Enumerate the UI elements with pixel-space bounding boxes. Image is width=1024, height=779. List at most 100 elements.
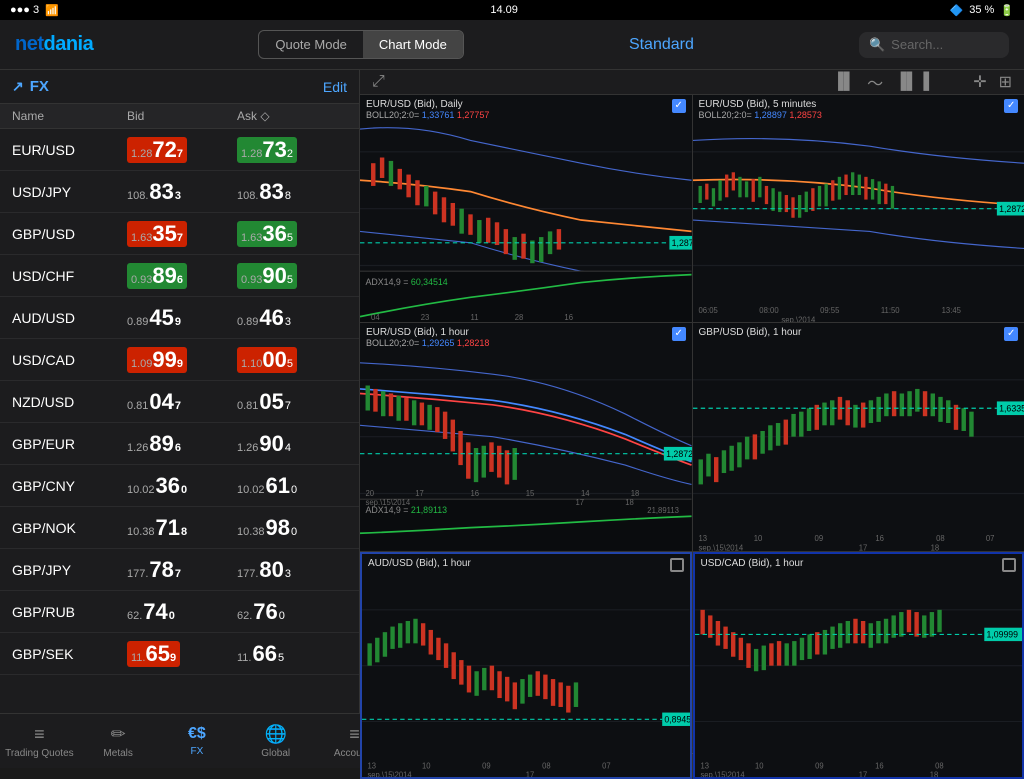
ask-cell: 1.28732: [237, 137, 347, 163]
svg-text:17: 17: [858, 544, 867, 551]
ask-cell: 0.81057: [237, 391, 347, 413]
bid-cell: 1.09999: [127, 347, 237, 373]
svg-text:1,28728: 1,28728: [666, 449, 691, 459]
fx-icon: €$: [188, 725, 206, 743]
svg-text:13: 13: [700, 761, 708, 770]
quotes-header: ↗ FX Edit: [0, 70, 359, 104]
quote-row[interactable]: GBP/JPY177.787177.803: [0, 549, 359, 591]
svg-text:04: 04: [371, 313, 380, 322]
status-right: 🔷 35 % 🔋: [950, 4, 1014, 17]
search-box[interactable]: 🔍 Search...: [859, 32, 1009, 58]
svg-text:11: 11: [471, 313, 479, 322]
trading-quotes-label: Trading Quotes: [5, 748, 74, 759]
chart-checkbox-5[interactable]: [1002, 558, 1016, 572]
quote-row[interactable]: GBP/EUR1.268961.26904: [0, 423, 359, 465]
chart-checkbox-3[interactable]: [1004, 327, 1018, 341]
ask-cell: 0.89463: [237, 307, 347, 329]
quote-row[interactable]: NZD/USD0.810470.81057: [0, 381, 359, 423]
nav-item-trading-quotes[interactable]: ≡ Trading Quotes: [0, 714, 79, 768]
bid-cell: 0.93896: [127, 263, 237, 289]
chart-label-5: USD/CAD (Bid), 1 hour: [701, 558, 804, 569]
trading-quotes-icon: ≡: [34, 724, 45, 745]
chart-cell-2[interactable]: EUR/USD (Bid), 1 hour BOLL20;2:0= 1,2926…: [360, 323, 692, 550]
svg-text:20: 20: [366, 489, 375, 498]
svg-text:1,28728: 1,28728: [999, 204, 1024, 214]
metals-icon: ✏: [111, 724, 126, 745]
svg-text:23: 23: [421, 313, 430, 322]
svg-text:sep.\15\2014: sep.\15\2014: [700, 770, 745, 777]
svg-text:sep.\15\2014: sep.\15\2014: [367, 770, 412, 777]
grid-icon[interactable]: ⊞: [999, 72, 1012, 92]
svg-text:13:45: 13:45: [941, 306, 961, 315]
quote-row[interactable]: GBP/RUB62.74062.760: [0, 591, 359, 633]
chart-cell-3[interactable]: GBP/USD (Bid), 1 hour: [693, 323, 1024, 550]
svg-text:10: 10: [422, 761, 430, 770]
svg-text:15: 15: [526, 489, 535, 498]
chart-mode-button[interactable]: Chart Mode: [363, 31, 463, 58]
svg-text:sep.\2014: sep.\2014: [781, 315, 816, 322]
ask-cell: 108.838: [237, 181, 347, 203]
bid-cell: 62.740: [127, 601, 237, 623]
svg-text:11:50: 11:50: [880, 306, 899, 315]
quote-row[interactable]: GBP/USD1.633571.63365: [0, 213, 359, 255]
bid-cell: 0.81047: [127, 391, 237, 413]
battery-icon: 🔋: [1000, 4, 1014, 17]
bid-cell: 11.659: [127, 641, 237, 667]
pair-name: GBP/EUR: [12, 436, 127, 452]
header: netdania Quote Mode Chart Mode Standard …: [0, 20, 1024, 70]
chart-cell-4[interactable]: AUD/USD (Bid), 1 hour: [360, 552, 692, 779]
pair-name: GBP/SEK: [12, 646, 127, 662]
svg-text:18: 18: [930, 544, 939, 551]
quote-row[interactable]: AUD/USD0.894590.89463: [0, 297, 359, 339]
fx-arrow-icon: ↗: [12, 78, 24, 95]
pair-name: GBP/JPY: [12, 562, 127, 578]
svg-text:17: 17: [858, 770, 866, 777]
chart-checkbox-4[interactable]: [670, 558, 684, 572]
svg-text:09: 09: [814, 534, 823, 543]
chart-label-3: GBP/USD (Bid), 1 hour: [699, 327, 802, 338]
logo: netdania: [15, 33, 93, 56]
nav-item-metals[interactable]: ✏ Metals: [79, 714, 158, 768]
mode-toggle[interactable]: Quote Mode Chart Mode: [258, 30, 463, 59]
chart-checkbox-2[interactable]: [672, 327, 686, 341]
candle-chart-icon[interactable]: ▐▌▐: [895, 73, 929, 91]
line-chart-icon[interactable]: 〜: [867, 70, 883, 94]
crosshair-icon[interactable]: ✛: [973, 72, 986, 92]
bid-cell: 0.89459: [127, 307, 237, 329]
svg-text:13: 13: [698, 534, 707, 543]
chart-checkbox-1[interactable]: [1004, 99, 1018, 113]
quote-row[interactable]: USD/JPY108.833108.838: [0, 171, 359, 213]
chart-checkbox-0[interactable]: [672, 99, 686, 113]
bar-chart-icon[interactable]: ▐▌: [832, 73, 855, 91]
chart-cell-0[interactable]: EUR/USD (Bid), Daily BOLL20;2:0= 1,33761…: [360, 95, 692, 322]
quote-row[interactable]: USD/CHF0.938960.93905: [0, 255, 359, 297]
edit-button[interactable]: Edit: [323, 79, 347, 95]
chart-panel: ⤢ ▐▌ 〜 ▐▌▐ ✛ ⊞ EUR/USD (Bid), Daily BOLL…: [360, 70, 1024, 713]
svg-text:07: 07: [985, 534, 994, 543]
nav-item-fx[interactable]: €$ FX: [158, 714, 237, 768]
quote-mode-button[interactable]: Quote Mode: [259, 31, 363, 58]
quote-row[interactable]: GBP/NOK10.3871810.38980: [0, 507, 359, 549]
svg-text:07: 07: [602, 761, 610, 770]
col-name: Name: [12, 109, 127, 123]
expand-icon[interactable]: ⤢: [372, 73, 385, 91]
ask-cell: 11.665: [237, 643, 347, 665]
fx-label: FX: [30, 78, 49, 95]
svg-text:0,89459: 0,89459: [664, 714, 689, 724]
quote-row[interactable]: GBP/CNY10.0236010.02610: [0, 465, 359, 507]
svg-text:1,09999: 1,09999: [986, 629, 1018, 639]
chart-cell-5[interactable]: USD/CAD (Bid), 1 hour: [693, 552, 1024, 779]
ask-cell: 0.93905: [237, 263, 347, 289]
global-icon: 🌐: [264, 724, 286, 745]
quote-row[interactable]: USD/CAD1.099991.10005: [0, 339, 359, 381]
chart-label-4: AUD/USD (Bid), 1 hour: [368, 558, 471, 569]
nav-item-global[interactable]: 🌐 Global: [236, 714, 315, 768]
svg-text:18: 18: [625, 498, 634, 507]
quote-row[interactable]: GBP/SEK11.65911.665: [0, 633, 359, 675]
quote-row[interactable]: EUR/USD1.287271.28732: [0, 129, 359, 171]
chart-cell-1[interactable]: EUR/USD (Bid), 5 minutes BOLL20;2:0= 1,2…: [693, 95, 1024, 322]
chart-label-0: EUR/USD (Bid), Daily BOLL20;2:0= 1,33761…: [366, 99, 489, 120]
search-icon: 🔍: [869, 37, 885, 53]
svg-text:16: 16: [564, 313, 573, 322]
svg-text:13: 13: [367, 761, 375, 770]
